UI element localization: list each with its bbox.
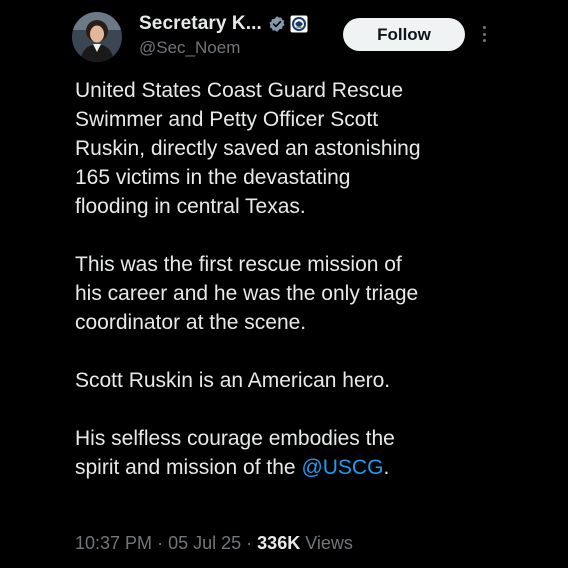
more-vertical-icon[interactable] [478,24,490,44]
text-line: United States Coast Guard Rescue [75,79,404,102]
tweet-paragraph: This was the first rescue mission of his… [75,250,545,337]
meta-separator: · [157,533,164,553]
text-line: coordinator at the scene. [75,311,307,334]
text-line-with-mention: spirit and mission of the @USCG. [75,453,545,482]
text-line: Swimmer and Petty Officer Scott [75,108,379,131]
avatar-image [72,12,122,62]
avatar[interactable] [72,12,122,62]
verified-badge-icon[interactable] [268,15,286,33]
text-line: His selfless courage embodies the [75,427,395,450]
follow-button[interactable]: Follow [343,18,465,51]
author-name-row[interactable]: Secretary K... [139,12,308,36]
display-name[interactable]: Secretary K... [139,13,262,35]
tweet-date[interactable]: 05 Jul 25 [168,533,241,553]
more-dot [482,32,486,36]
text-line: flooding in central Texas. [75,195,306,218]
dhs-seal-icon[interactable] [290,15,308,33]
text-line: This was the first rescue mission of [75,253,402,276]
meta-separator: · [246,533,253,553]
text-line: Ruskin, directly saved an astonishing [75,137,421,160]
tweet-paragraph: His selfless courage embodies the spirit… [75,424,545,482]
text-line: 165 victims in the devastating [75,166,351,189]
mention-link-uscg[interactable]: @USCG [301,456,383,479]
tweet-paragraph: Scott Ruskin is an American hero. [75,366,545,395]
tweet-text: United States Coast Guard Rescue Swimmer… [75,76,545,482]
more-dot [482,39,486,42]
text-segment: . [383,456,390,479]
tweet-time[interactable]: 10:37 PM [75,533,152,553]
tweet-paragraph: United States Coast Guard Rescue Swimmer… [75,76,545,221]
text-line: Scott Ruskin is an American hero. [75,369,391,392]
text-segment: spirit and mission of the [75,456,302,479]
tweet-meta: 10:37 PM · 05 Jul 25 · 336K Views [75,533,353,554]
text-line: his career and he was the only triage [75,282,419,305]
more-dot [482,26,486,29]
author-handle[interactable]: @Sec_Noem [139,38,240,58]
views-label: Views [305,533,353,553]
views-count[interactable]: 336K [257,533,300,553]
